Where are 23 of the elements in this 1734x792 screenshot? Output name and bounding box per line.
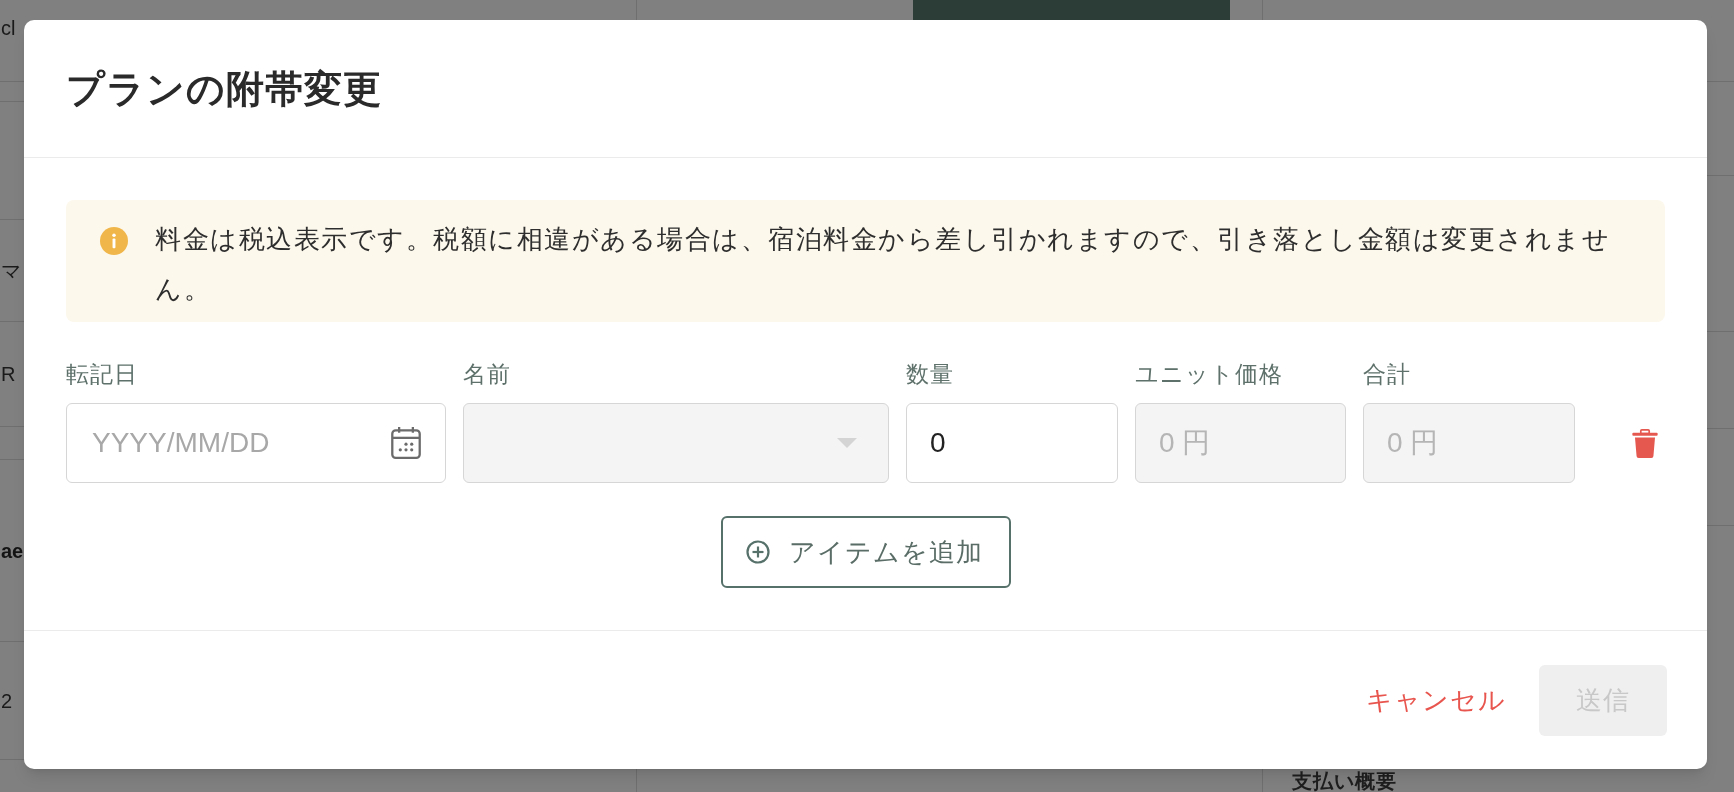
column-label: 数量 (906, 360, 955, 388)
notice-text: 料金は税込表示です。税額に相違がある場合は、宿泊料金から差し引かれますので、引き落とし金額は変更されません。 (155, 223, 1611, 306)
caret-icon (837, 438, 857, 448)
page-button[interactable] (913, 0, 1230, 20)
dialog-title: プランの附帯変更 (66, 66, 382, 112)
list-text: 2 (1, 690, 13, 711)
add-item-button[interactable]: アイテムを追加 (721, 516, 1011, 588)
info-icon (100, 227, 128, 255)
section-heading: 支払い概要 (1292, 770, 1397, 792)
column-label: 合計 (1363, 360, 1412, 388)
calendar-icon (391, 427, 421, 459)
trash-icon[interactable] (1632, 428, 1658, 458)
column-label: ユニット価格 (1135, 360, 1284, 388)
quantity-field[interactable]: 0 (906, 403, 1118, 483)
list-text: R (1, 364, 16, 384)
list-text: マ (1, 260, 21, 281)
list-text: ae (1, 540, 24, 561)
column-label: 転記日 (66, 360, 139, 388)
cancel-button[interactable]: キャンセル (1366, 675, 1506, 725)
plus-circle-icon (746, 540, 770, 564)
column-label: 名前 (463, 360, 512, 388)
list-text: cl (1, 18, 16, 38)
date-field[interactable]: YYYY/MM/DD (66, 403, 446, 483)
